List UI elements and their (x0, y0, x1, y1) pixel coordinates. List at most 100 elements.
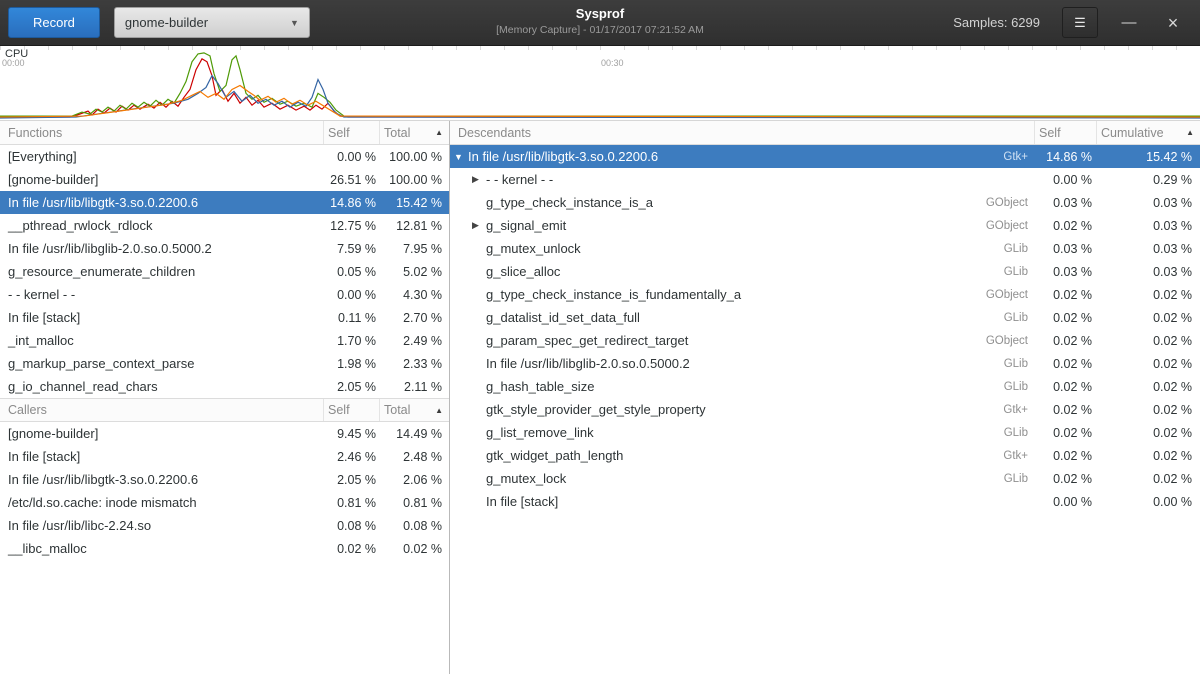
cumulative-percent: 0.02 % (1096, 426, 1200, 440)
column-header-callers[interactable]: Callers (0, 399, 323, 421)
functions-row[interactable]: g_markup_parse_context_parse1.98 %2.33 % (0, 352, 449, 375)
descendants-row[interactable]: g_type_check_instance_is_aGObject0.03 %0… (450, 191, 1200, 214)
library-badge: GLib (1004, 266, 1034, 278)
functions-row[interactable]: _int_malloc1.70 %2.49 % (0, 329, 449, 352)
descendants-row[interactable]: g_datalist_id_set_data_fullGLib0.02 %0.0… (450, 306, 1200, 329)
descendants-pane: Descendants Self Cumulative ▲ ▼In file /… (450, 121, 1200, 674)
descendant-name-cell: g_hash_table_sizeGLib (450, 379, 1034, 394)
total-percent: 2.48 % (379, 450, 449, 464)
hamburger-icon: ☰ (1074, 15, 1086, 30)
column-header-cumulative-label: Cumulative (1101, 126, 1164, 140)
close-button[interactable]: × (1160, 10, 1186, 36)
self-percent: 2.05 % (323, 473, 379, 487)
descendants-row[interactable]: g_type_check_instance_is_fundamentally_a… (450, 283, 1200, 306)
main-split: Functions Self Total ▲ [Everything]0.00 … (0, 121, 1200, 674)
functions-row[interactable]: [Everything]0.00 %100.00 % (0, 145, 449, 168)
function-name: g_slice_alloc (486, 264, 560, 279)
descendants-row[interactable]: In file /usr/lib/libglib-2.0.so.0.5000.2… (450, 352, 1200, 375)
expander-closed-icon[interactable]: ▶ (472, 174, 486, 185)
functions-row[interactable]: g_io_channel_read_chars2.05 %2.11 % (0, 375, 449, 398)
descendants-row[interactable]: gtk_widget_path_lengthGtk+0.02 %0.02 % (450, 444, 1200, 467)
function-name: - - kernel - - (486, 172, 553, 187)
cumulative-percent: 0.02 % (1096, 380, 1200, 394)
descendants-row[interactable]: g_slice_allocGLib0.03 %0.03 % (450, 260, 1200, 283)
column-header-callers-self[interactable]: Self (323, 399, 379, 421)
column-header-callers-total[interactable]: Total ▲ (379, 399, 449, 421)
callers-row[interactable]: In file /usr/lib/libgtk-3.so.0.2200.62.0… (0, 468, 449, 491)
functions-row[interactable]: [gnome-builder]26.51 %100.00 % (0, 168, 449, 191)
cumulative-percent: 0.03 % (1096, 219, 1200, 233)
record-button[interactable]: Record (8, 7, 100, 38)
total-percent: 2.49 % (379, 334, 449, 348)
app-title: Sysprof (496, 6, 704, 21)
minimize-button[interactable]: — (1116, 10, 1142, 36)
column-header-functions[interactable]: Functions (0, 121, 323, 144)
function-name: [gnome-builder] (0, 426, 323, 441)
self-percent: 12.75 % (323, 219, 379, 233)
functions-row[interactable]: - - kernel - -0.00 %4.30 % (0, 283, 449, 306)
callers-row[interactable]: [gnome-builder]9.45 %14.49 % (0, 422, 449, 445)
self-percent: 0.02 % (1034, 334, 1096, 348)
expander-open-icon[interactable]: ▼ (454, 152, 468, 162)
descendant-name-cell: gtk_widget_path_lengthGtk+ (450, 448, 1034, 463)
descendant-name-cell: In file [stack] (450, 494, 1034, 509)
function-name: gtk_widget_path_length (486, 448, 623, 463)
functions-row[interactable]: In file /usr/lib/libglib-2.0.so.0.5000.2… (0, 237, 449, 260)
descendant-name-cell: g_mutex_lockGLib (450, 471, 1034, 486)
descendants-row[interactable]: g_param_spec_get_redirect_targetGObject0… (450, 329, 1200, 352)
self-percent: 7.59 % (323, 242, 379, 256)
total-percent: 2.33 % (379, 357, 449, 371)
descendants-row[interactable]: ▼In file /usr/lib/libgtk-3.so.0.2200.6Gt… (450, 145, 1200, 168)
menu-button[interactable]: ☰ (1062, 7, 1098, 38)
total-percent: 100.00 % (379, 173, 449, 187)
process-selector-dropdown[interactable]: gnome-builder ▼ (114, 7, 310, 38)
functions-row[interactable]: In file [stack]0.11 %2.70 % (0, 306, 449, 329)
cumulative-percent: 0.02 % (1096, 403, 1200, 417)
column-header-cumulative[interactable]: Cumulative ▲ (1096, 121, 1200, 144)
functions-row[interactable]: __pthread_rwlock_rdlock12.75 %12.81 % (0, 214, 449, 237)
descendants-row[interactable]: g_list_remove_linkGLib0.02 %0.02 % (450, 421, 1200, 444)
self-percent: 0.02 % (1034, 380, 1096, 394)
descendants-row[interactable]: ▶- - kernel - -0.00 %0.29 % (450, 168, 1200, 191)
total-percent: 0.81 % (379, 496, 449, 510)
function-name: g_mutex_unlock (486, 241, 581, 256)
expander-closed-icon[interactable]: ▶ (472, 220, 486, 231)
function-name: In file /usr/lib/libglib-2.0.so.0.5000.2 (486, 356, 690, 371)
callers-list: [gnome-builder]9.45 %14.49 %In file [sta… (0, 422, 449, 560)
function-name: gtk_style_provider_get_style_property (486, 402, 706, 417)
function-name: - - kernel - - (0, 287, 323, 302)
descendant-name-cell: g_slice_alloc GLib (450, 264, 1034, 279)
cpu-series-cpu2 (0, 76, 1200, 118)
self-percent: 0.00 % (1034, 495, 1096, 509)
function-name: In file [stack] (0, 449, 323, 464)
descendants-row[interactable]: g_mutex_lockGLib0.02 %0.02 % (450, 467, 1200, 490)
descendants-row[interactable]: gtk_style_provider_get_style_propertyGtk… (450, 398, 1200, 421)
descendant-name-cell: g_mutex_unlockGLib (450, 241, 1034, 256)
self-percent: 14.86 % (323, 196, 379, 210)
callers-row[interactable]: /etc/ld.so.cache: inode mismatch0.81 %0.… (0, 491, 449, 514)
callers-row[interactable]: In file [stack]2.46 %2.48 % (0, 445, 449, 468)
column-header-total[interactable]: Total ▲ (379, 121, 449, 144)
column-header-descendants-self[interactable]: Self (1034, 121, 1096, 144)
self-percent: 0.02 % (1034, 288, 1096, 302)
descendants-row[interactable]: ▶g_signal_emitGObject0.02 %0.03 % (450, 214, 1200, 237)
column-header-descendants[interactable]: Descendants (450, 121, 1034, 144)
window-title-block: Sysprof [Memory Capture] - 01/17/2017 07… (496, 6, 704, 36)
self-percent: 0.08 % (323, 519, 379, 533)
descendants-row[interactable]: g_mutex_unlockGLib0.03 %0.03 % (450, 237, 1200, 260)
column-header-self[interactable]: Self (323, 121, 379, 144)
library-badge: GLib (1004, 381, 1034, 393)
descendant-name-cell: In file /usr/lib/libglib-2.0.so.0.5000.2… (450, 356, 1034, 371)
self-percent: 0.02 % (1034, 426, 1096, 440)
cpu-graph[interactable]: CPU 00:00 00:30 (0, 46, 1200, 121)
callers-row[interactable]: In file /usr/lib/libc-2.24.so0.08 %0.08 … (0, 514, 449, 537)
descendants-row[interactable]: In file [stack]0.00 %0.00 % (450, 490, 1200, 513)
descendants-row[interactable]: g_hash_table_sizeGLib0.02 %0.02 % (450, 375, 1200, 398)
descendant-name-cell: ▼In file /usr/lib/libgtk-3.so.0.2200.6Gt… (450, 149, 1034, 164)
function-name: [gnome-builder] (0, 172, 323, 187)
total-percent: 100.00 % (379, 150, 449, 164)
callers-row[interactable]: __libc_malloc0.02 %0.02 % (0, 537, 449, 560)
functions-row[interactable]: In file /usr/lib/libgtk-3.so.0.2200.614.… (0, 191, 449, 214)
function-name: In file /usr/lib/libgtk-3.so.0.2200.6 (468, 149, 658, 164)
functions-row[interactable]: g_resource_enumerate_children0.05 %5.02 … (0, 260, 449, 283)
